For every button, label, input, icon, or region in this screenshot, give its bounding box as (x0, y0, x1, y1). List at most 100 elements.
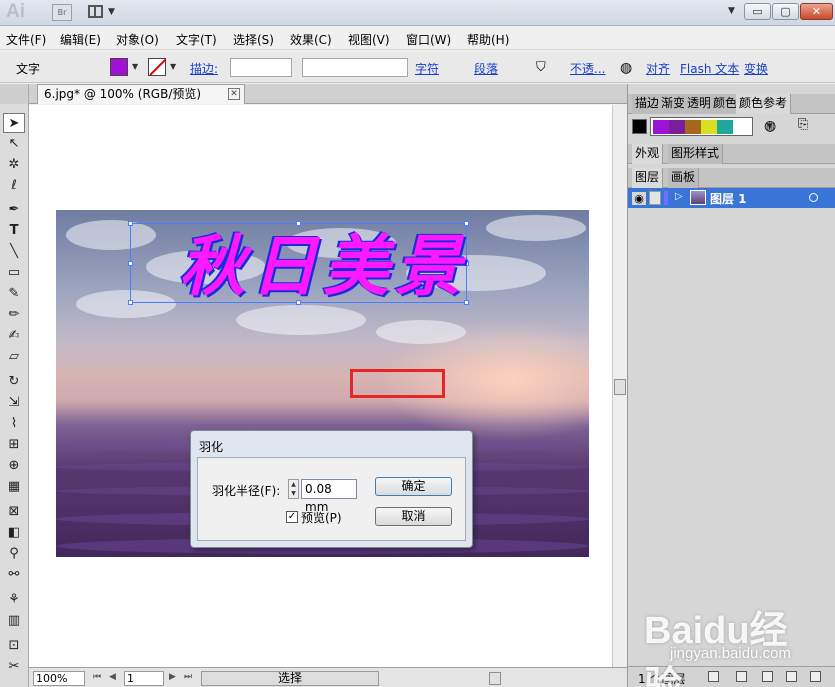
menu-type[interactable]: 文字(T) (176, 31, 217, 48)
resize-handle[interactable] (128, 221, 133, 226)
rotate-tool-icon[interactable]: ↻ (3, 372, 25, 392)
mesh-tool-icon[interactable]: ⊠ (3, 502, 25, 522)
tab-graphic-styles[interactable]: 图形样式 (668, 144, 724, 164)
pen-tool-icon[interactable]: ✒ (3, 200, 25, 220)
arrange-documents-button[interactable]: ▼ (88, 4, 118, 21)
harmony-swatch[interactable] (669, 120, 685, 134)
flash-text-link[interactable]: Flash 文本 (680, 60, 739, 77)
direct-selection-tool-icon[interactable]: ↖ (3, 134, 25, 154)
menu-file[interactable]: 文件(F) (6, 31, 46, 48)
fill-color-swatch[interactable] (110, 58, 128, 76)
new-layer-icon[interactable] (786, 671, 797, 682)
transform-link[interactable]: 变换 (744, 60, 768, 77)
document-canvas[interactable]: 秋日美景 羽化 羽化半径(F): ▲ ▼ 0.08 mm ✓ 预览(P) 确定 … (29, 105, 612, 667)
spin-up-icon[interactable]: ▲ (289, 480, 298, 489)
menu-window[interactable]: 窗口(W) (406, 31, 451, 48)
ok-button[interactable]: 确定 (375, 477, 452, 496)
menu-effect[interactable]: 效果(C) (290, 31, 332, 48)
resize-handle[interactable] (128, 300, 133, 305)
status-tool-display[interactable]: 选择 (201, 671, 379, 686)
save-color-group-icon[interactable]: ⎘ (798, 117, 808, 132)
horizontal-scroll-thumb[interactable] (489, 672, 501, 685)
harmony-swatch[interactable] (653, 120, 669, 134)
pencil-tool-icon[interactable]: ✏ (3, 305, 25, 325)
locate-object-icon[interactable] (708, 671, 719, 682)
menu-view[interactable]: 视图(V) (348, 31, 390, 48)
vertical-scroll-thumb[interactable] (614, 379, 626, 395)
tab-color-guide[interactable]: 颜色参考 (736, 94, 792, 114)
workspace-dropdown-icon[interactable]: ▼ (728, 6, 735, 16)
document-tab[interactable]: 6.jpg* @ 100% (RGB/预览) ✕ (37, 84, 245, 104)
zoom-field[interactable]: 100% (33, 671, 85, 686)
menu-help[interactable]: 帮助(H) (467, 31, 509, 48)
radius-spinner[interactable]: ▲ ▼ (288, 479, 299, 499)
tab-artboards[interactable]: 画板 (668, 168, 700, 188)
selection-tool-icon[interactable]: ➤ (3, 113, 25, 133)
warp-tool-icon[interactable]: ⌇ (3, 414, 25, 434)
type-tool-icon[interactable]: T (3, 221, 25, 241)
lasso-tool-icon[interactable]: ℓ (3, 176, 25, 196)
artboard-number-field[interactable]: 1 (124, 671, 164, 686)
target-icon[interactable] (809, 193, 818, 202)
scale-tool-icon[interactable]: ⇲ (3, 393, 25, 413)
clipping-mask-icon[interactable] (736, 671, 747, 682)
lock-toggle[interactable] (649, 191, 661, 205)
graphic-style-icon[interactable]: ⛉ (536, 60, 546, 75)
stroke-link[interactable]: 描边: (190, 60, 218, 77)
delete-layer-icon[interactable] (810, 671, 821, 682)
paragraph-link[interactable]: 段落 (474, 60, 498, 77)
character-link[interactable]: 字符 (415, 60, 439, 77)
close-tab-icon[interactable]: ✕ (228, 88, 240, 100)
layer-name[interactable]: 图层 1 (710, 190, 747, 207)
edit-colors-icon[interactable]: ◍ (764, 118, 776, 134)
recolor-icon[interactable]: ◍ (620, 60, 632, 76)
close-window-button[interactable]: ✕ (800, 3, 833, 20)
shape-builder-tool-icon[interactable]: ⊕ (3, 456, 25, 476)
resize-handle[interactable] (128, 261, 133, 266)
spin-down-icon[interactable]: ▼ (289, 489, 298, 498)
stroke-dropdown-icon[interactable]: ▼ (170, 58, 180, 76)
harmony-swatch[interactable] (701, 120, 717, 134)
tab-layers[interactable]: 图层 (632, 168, 664, 188)
gradient-tool-icon[interactable]: ◧ (3, 523, 25, 543)
new-sublayer-icon[interactable] (762, 671, 773, 682)
slice-tool-icon[interactable]: ✂ (3, 657, 25, 677)
last-artboard-icon[interactable]: ⏭ (184, 672, 192, 682)
first-artboard-icon[interactable]: ⏮ (93, 672, 101, 682)
harmony-swatch[interactable] (717, 120, 733, 134)
magic-wand-tool-icon[interactable]: ✲ (3, 155, 25, 175)
previous-artboard-icon[interactable]: ◀ (109, 672, 116, 682)
artwork-title-text[interactable]: 秋日美景 (179, 213, 479, 313)
next-artboard-icon[interactable]: ▶ (169, 672, 176, 682)
vertical-scrollbar[interactable] (612, 105, 627, 667)
menu-select[interactable]: 选择(S) (233, 31, 274, 48)
menu-object[interactable]: 对象(O) (116, 31, 159, 48)
expand-triangle-icon[interactable]: ▷ (675, 191, 683, 202)
tools-panel-header[interactable] (0, 84, 28, 104)
symbol-sprayer-tool-icon[interactable]: ⚘ (3, 590, 25, 610)
preview-label[interactable]: 预览(P) (301, 509, 342, 526)
fill-dropdown-icon[interactable]: ▼ (132, 58, 142, 76)
feather-radius-input[interactable]: 0.08 mm (301, 479, 357, 514)
restore-button[interactable]: ▢ (772, 3, 799, 20)
paintbrush-tool-icon[interactable]: ✎ (3, 284, 25, 304)
style-field[interactable] (302, 58, 408, 77)
blob-brush-tool-icon[interactable]: ✍ (3, 326, 25, 346)
harmony-rules-swatches[interactable]: ▼ (650, 117, 772, 136)
free-transform-tool-icon[interactable]: ⊞ (3, 435, 25, 455)
menu-edit[interactable]: 编辑(E) (60, 31, 101, 48)
base-color-swatch[interactable] (632, 119, 647, 134)
align-link[interactable]: 对齐 (646, 60, 670, 77)
artboard-tool-icon[interactable]: ⊡ (3, 636, 25, 656)
layer-row[interactable]: ◉ ▷ 图层 1 (628, 188, 835, 208)
harmony-swatch[interactable] (685, 120, 701, 134)
line-tool-icon[interactable]: ╲ (3, 242, 25, 262)
minimize-button[interactable]: ▭ (744, 3, 771, 20)
tab-appearance[interactable]: 外观 (632, 144, 664, 164)
eye-icon[interactable]: ◉ (632, 192, 646, 205)
preview-checkbox[interactable]: ✓ (286, 511, 298, 523)
eraser-tool-icon[interactable]: ▱ (3, 347, 25, 367)
stroke-weight-field[interactable] (230, 58, 292, 77)
bridge-button[interactable]: Br (52, 4, 72, 21)
perspective-grid-tool-icon[interactable]: ▦ (3, 477, 25, 497)
